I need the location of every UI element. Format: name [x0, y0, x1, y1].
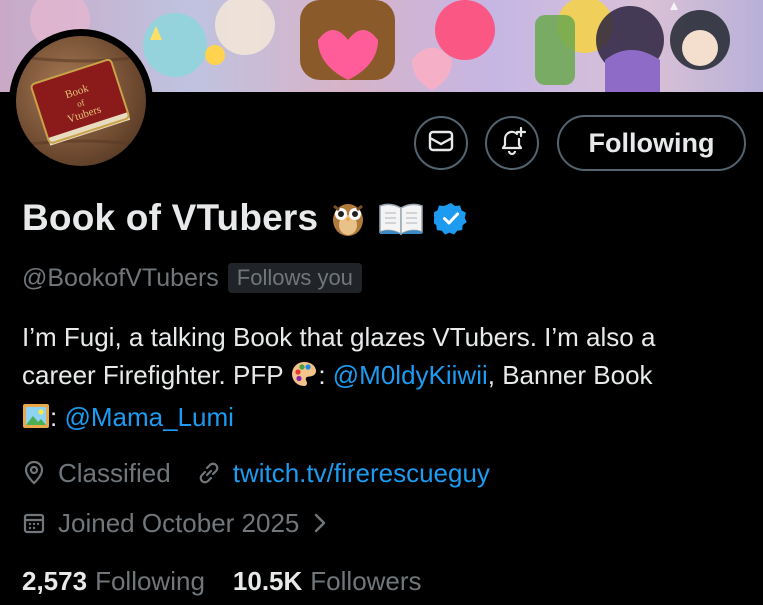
mention-link-1[interactable]: @M0ldyKiiwii — [333, 360, 488, 390]
verified-badge-icon[interactable] — [434, 201, 468, 235]
location-pin-icon — [22, 460, 46, 486]
following-count: 2,573 — [22, 565, 88, 596]
profile-avatar[interactable]: Book of Vtubers — [9, 29, 153, 173]
framed-picture-emoji — [22, 402, 50, 440]
message-button[interactable] — [414, 116, 468, 170]
bio-colon-2: : — [50, 402, 58, 432]
following-label: Following — [95, 565, 205, 596]
mention-link-2[interactable]: @Mama_Lumi — [64, 402, 233, 432]
open-book-emoji — [378, 200, 424, 236]
bio-line-2: career Firefighter. PFP : @M0ldyKiiwii, … — [22, 356, 752, 398]
user-handle: @BookofVTubers — [22, 263, 219, 292]
following-button[interactable]: Following — [557, 115, 746, 171]
display-name: Book of VTubers — [22, 197, 319, 238]
following-stat[interactable]: 2,573 Following — [22, 566, 205, 597]
handle-row: @BookofVTubers Follows you — [22, 261, 362, 295]
avatar-image: Book of Vtubers — [16, 36, 146, 166]
followers-count: 10.5K — [232, 565, 303, 596]
display-name-row: Book of VTubers — [22, 192, 468, 244]
profile-stats-row: 2,573 Following 10.5K Followers — [22, 563, 422, 599]
palette-emoji — [290, 360, 318, 398]
website-link[interactable]: twitch.tv/firerescueguy — [233, 458, 490, 489]
followers-label: Followers — [310, 565, 422, 596]
location-text: Classified — [58, 457, 171, 488]
profile-meta-joined-row[interactable]: Joined October 2025 — [22, 505, 339, 541]
bell-plus-icon — [497, 126, 527, 161]
bio-text: career Firefighter. PFP — [22, 360, 284, 390]
joined-date-text: Joined October 2025 — [58, 507, 300, 538]
owl-emoji — [328, 198, 368, 238]
bio-line-1: I’m Fugi, a talking Book that glazes VTu… — [22, 322, 656, 352]
bio-line-3: : @Mama_Lumi — [22, 398, 752, 440]
bio-text-after: , Banner Book — [487, 360, 653, 390]
profile-bio: I’m Fugi, a talking Book that glazes VTu… — [22, 318, 752, 440]
mail-icon — [428, 130, 454, 157]
profile-meta-location-row: Classified twitch.tv/firerescueguy — [22, 455, 490, 491]
follows-you-badge: Follows you — [227, 263, 362, 293]
followers-stat[interactable]: 10.5K Followers — [233, 566, 422, 597]
link-icon — [197, 461, 221, 485]
calendar-icon — [22, 511, 46, 535]
bio-colon-1: : — [318, 360, 326, 390]
notify-button[interactable] — [485, 116, 539, 170]
chevron-right-icon — [313, 512, 327, 534]
